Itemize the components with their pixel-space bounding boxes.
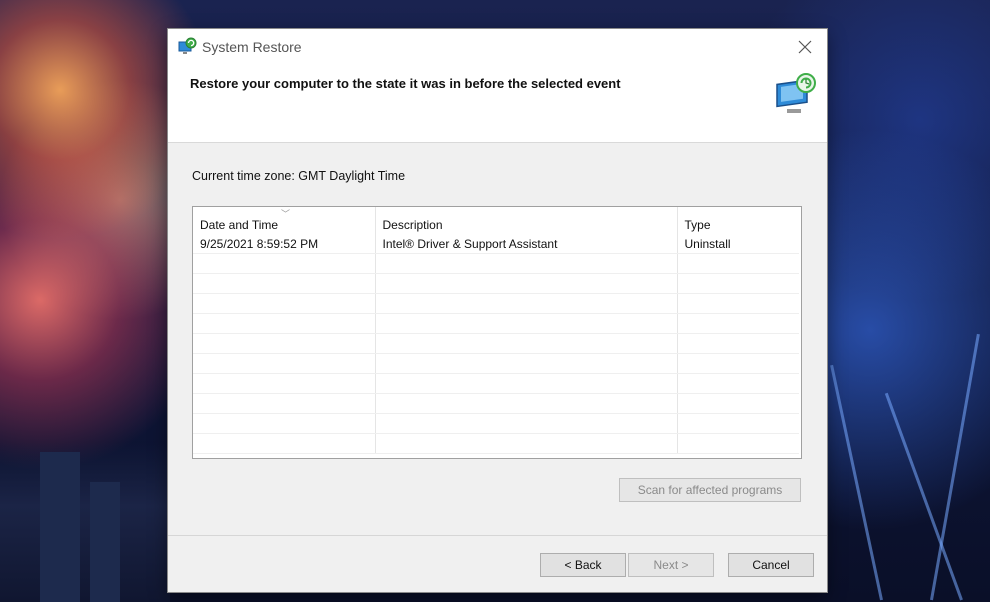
row-description: Intel® Driver & Support Assistant — [375, 234, 678, 254]
next-button[interactable]: Next > — [628, 553, 714, 577]
row-date: 9/25/2021 8:59:52 PM — [193, 234, 376, 254]
empty-row — [193, 333, 799, 354]
city-skyline — [0, 442, 170, 602]
empty-row — [193, 353, 799, 374]
table-row[interactable]: 9/25/2021 8:59:52 PM Intel® Driver & Sup… — [193, 234, 799, 254]
system-restore-icon — [178, 37, 197, 54]
column-header-date[interactable]: ﹀ Date and Time — [193, 207, 376, 234]
close-icon[interactable] — [795, 37, 815, 57]
dialog-heading: Restore your computer to the state it wa… — [190, 76, 621, 91]
system-restore-dialog: System Restore Restore your computer to … — [168, 29, 827, 592]
column-header-description[interactable]: Description — [375, 207, 678, 234]
empty-row — [193, 293, 799, 314]
restore-computer-icon — [776, 73, 816, 113]
dialog-header: System Restore Restore your computer to … — [168, 29, 827, 143]
empty-row — [193, 273, 799, 294]
empty-row — [193, 313, 799, 334]
empty-row — [193, 393, 799, 414]
empty-row — [193, 373, 799, 394]
footer-divider — [168, 535, 827, 536]
building — [90, 482, 120, 602]
cancel-button[interactable]: Cancel — [728, 553, 814, 577]
scan-affected-programs-button[interactable]: Scan for affected programs — [619, 478, 801, 502]
empty-row — [193, 253, 799, 274]
column-header-type[interactable]: Type — [677, 207, 799, 234]
timezone-label: Current time zone: GMT Daylight Time — [192, 169, 406, 183]
sort-arrow-icon: ﹀ — [281, 209, 291, 219]
restore-points-grid[interactable]: ﹀ Date and Time Description Type 9/25/20… — [192, 206, 802, 459]
empty-row — [193, 413, 799, 434]
window-title: System Restore — [202, 39, 302, 55]
row-type: Uninstall — [677, 234, 799, 254]
building — [40, 452, 80, 602]
empty-row — [193, 433, 799, 454]
back-button[interactable]: < Back — [540, 553, 626, 577]
